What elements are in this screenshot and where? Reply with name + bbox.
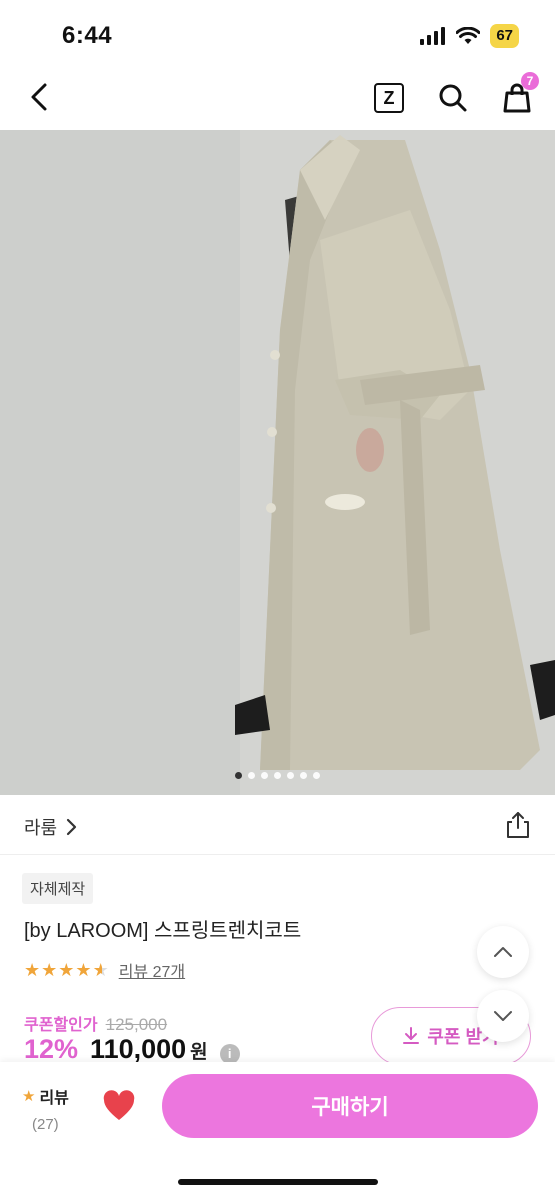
battery-indicator: 67 (490, 24, 519, 48)
zigzag-button[interactable]: Z (371, 80, 407, 116)
cart-count-badge: 7 (521, 72, 539, 90)
gallery-dot[interactable] (300, 772, 307, 779)
chevron-up-icon (494, 947, 512, 957)
price-row: 12% 110,000 원 i (24, 1034, 240, 1065)
review-summary-top: ★ 리뷰 (22, 1084, 69, 1108)
sale-price: 110,000 (90, 1034, 187, 1064)
home-indicator (178, 1179, 378, 1185)
status-icons: 67 (420, 24, 519, 48)
scroll-down-button[interactable] (477, 990, 529, 1042)
star-icon: ★ (41, 960, 58, 980)
rating-stars: ★ ★ ★ ★ ★ (24, 961, 109, 979)
gallery-dot[interactable] (235, 772, 242, 779)
star-icon: ★ (22, 1087, 36, 1105)
chevron-right-icon (67, 818, 77, 836)
gallery-dots (0, 772, 555, 779)
status-bar: 6:44 67 (0, 0, 555, 66)
coupon-price-label: 쿠폰할인가 (24, 1017, 98, 1034)
review-summary-count: (27) (32, 1116, 59, 1133)
trench-coat-illustration (0, 130, 555, 795)
review-count-link[interactable]: 리뷰 27개 (119, 958, 185, 982)
gallery-dot[interactable] (313, 772, 320, 779)
star-icon: ★ (24, 960, 41, 980)
star-icon: ★ (75, 960, 92, 980)
download-icon (403, 1027, 420, 1044)
star-icon: ★ (58, 960, 75, 980)
product-image[interactable] (0, 130, 555, 795)
status-time: 6:44 (62, 22, 113, 49)
bottom-action-bar: ★ 리뷰 (27) 구매하기 (0, 1062, 555, 1200)
review-summary[interactable]: ★ 리뷰 (27) (22, 1084, 69, 1134)
gallery-dot[interactable] (261, 772, 268, 779)
gallery-dot[interactable] (287, 772, 294, 779)
nav-actions: Z 7 (371, 72, 539, 116)
cart-button[interactable]: 7 (499, 72, 539, 116)
rating-row: ★ ★ ★ ★ ★ 리뷰 27개 (24, 958, 185, 982)
review-summary-label: 리뷰 (39, 1090, 69, 1107)
signal-icon (420, 27, 446, 45)
brand-row: 라룸 (0, 795, 555, 855)
buy-button[interactable]: 구매하기 (162, 1074, 538, 1138)
discount-rate: 12% (24, 1034, 79, 1064)
brand-name: 라룸 (24, 818, 58, 838)
gallery-dot[interactable] (248, 772, 255, 779)
info-icon[interactable]: i (219, 1043, 240, 1064)
scroll-up-button[interactable] (477, 926, 529, 978)
self-made-tag: 자체제작 (22, 873, 94, 904)
search-icon (439, 84, 467, 112)
top-nav: Z 7 (0, 66, 555, 130)
brand-link[interactable]: 라룸 (24, 814, 77, 840)
currency-unit: 원 (190, 1042, 208, 1063)
heart-icon[interactable] (102, 1090, 136, 1122)
share-icon[interactable] (505, 811, 531, 839)
wifi-icon (456, 27, 481, 44)
product-title: [by LAROOM] 스프링트렌치코트 (24, 920, 302, 942)
gallery-dot[interactable] (274, 772, 281, 779)
coupon-price-label-row: 쿠폰할인가 125,000 (24, 1011, 167, 1035)
z-logo-icon: Z (374, 83, 404, 113)
search-button[interactable] (435, 80, 471, 116)
back-button[interactable] (22, 80, 56, 114)
chevron-left-icon (31, 83, 47, 111)
half-star-icon: ★ (92, 960, 109, 980)
chevron-down-icon (494, 1011, 512, 1021)
original-price: 125,000 (105, 1015, 168, 1034)
